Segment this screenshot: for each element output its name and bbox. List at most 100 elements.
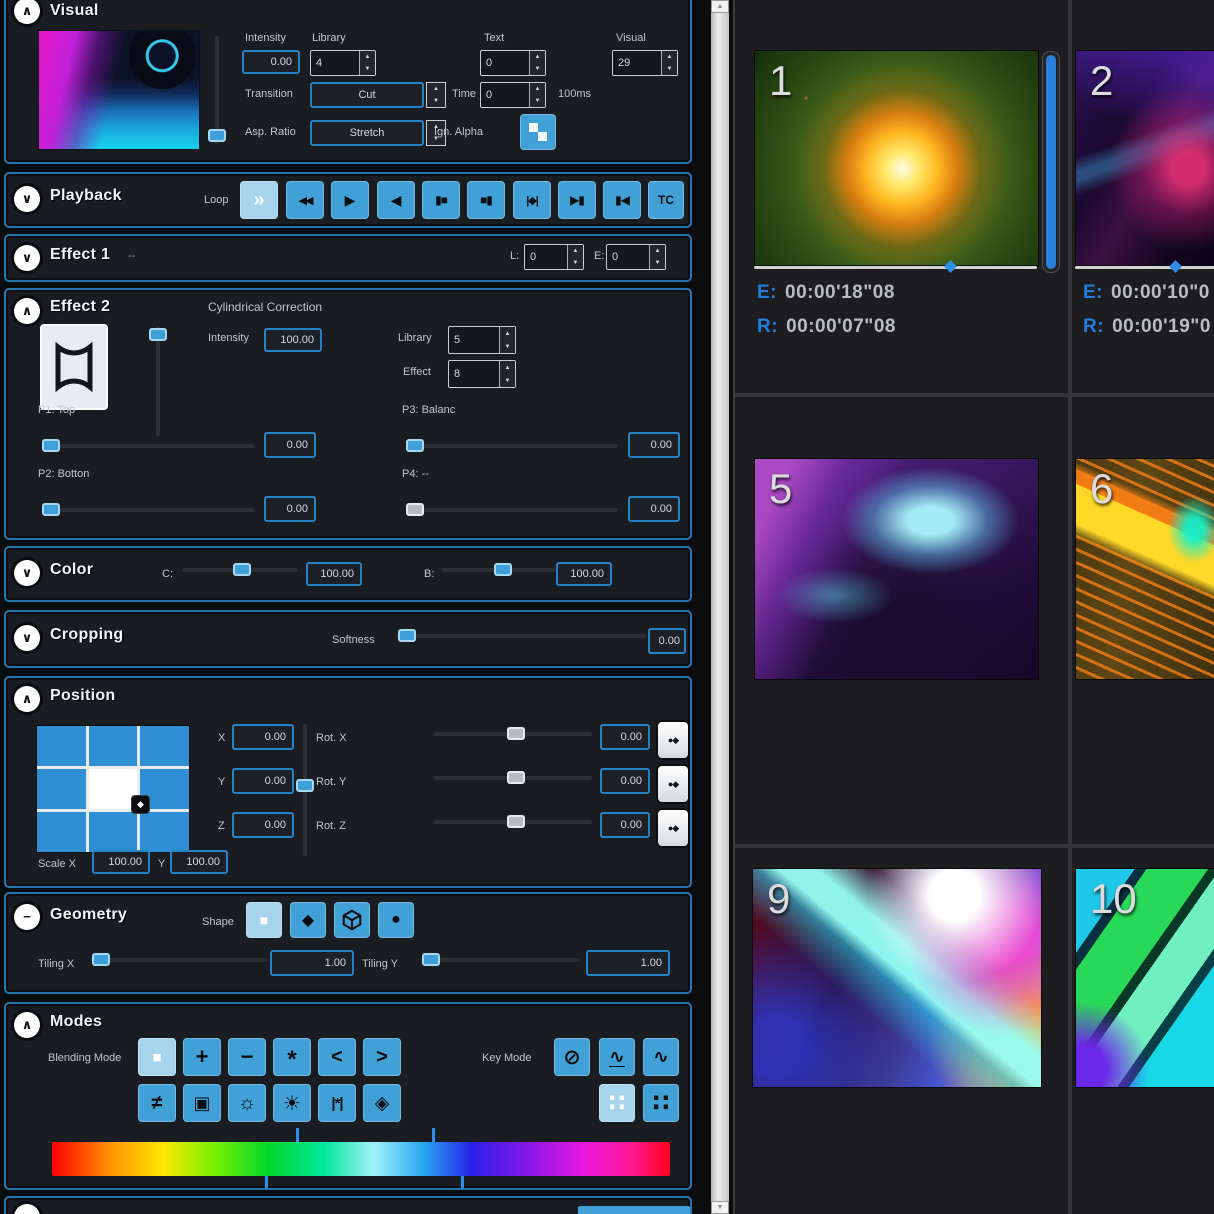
- stop-at-end-button[interactable]: ■▮: [467, 181, 505, 219]
- blend-add-button[interactable]: +: [183, 1038, 221, 1076]
- gradient-tick-bottom[interactable]: [461, 1176, 464, 1188]
- grid-cell-active[interactable]: [89, 769, 138, 809]
- transition-dropdown[interactable]: Cut: [310, 82, 424, 108]
- media-cell-5-thumbnail[interactable]: 5: [754, 458, 1039, 680]
- e-spinner[interactable]: 0 ▲▼: [606, 244, 666, 270]
- slider-handle[interactable]: [42, 439, 60, 452]
- collapse-button[interactable]: ∨: [14, 245, 40, 271]
- spin-down-icon[interactable]: ▼: [530, 63, 545, 75]
- rot-x-slider[interactable]: [434, 726, 592, 742]
- spin-up-icon[interactable]: ▲: [568, 245, 583, 257]
- spin-up-icon[interactable]: ▲: [360, 51, 375, 63]
- collapse-button[interactable]: [14, 1204, 40, 1214]
- position-anchor-handle[interactable]: ◆: [132, 796, 149, 813]
- slider-handle[interactable]: [398, 629, 416, 642]
- key-luma-inverse-button[interactable]: ∿: [643, 1038, 679, 1076]
- blend-layer-stack-button[interactable]: ◈: [363, 1084, 401, 1122]
- tiling-x-value[interactable]: 1.00: [270, 950, 354, 976]
- visual-preview-thumbnail[interactable]: [38, 30, 200, 150]
- blend-mask-button[interactable]: ▣: [183, 1084, 221, 1122]
- scroll-up-button[interactable]: ▲: [711, 0, 729, 13]
- effect2-intensity-vslider[interactable]: [149, 326, 167, 436]
- tiling-x-slider[interactable]: [90, 952, 268, 968]
- p1-value[interactable]: 0.00: [264, 432, 316, 458]
- collapse-button[interactable]: ∨: [14, 625, 40, 651]
- ign-alpha-toggle[interactable]: [520, 114, 556, 150]
- slider-handle[interactable]: [406, 503, 424, 516]
- spin-up-icon[interactable]: ▲: [427, 83, 445, 95]
- slider-handle[interactable]: [406, 439, 424, 452]
- hue-gradient-bar[interactable]: [52, 1142, 670, 1176]
- p2-value[interactable]: 0.00: [264, 496, 316, 522]
- spin-down-icon[interactable]: ▼: [500, 340, 515, 353]
- partial-blue-control[interactable]: [578, 1206, 690, 1214]
- rot-z-reset-button[interactable]: ●◆: [656, 808, 690, 848]
- spin-down-icon[interactable]: ▼: [568, 257, 583, 269]
- ping-pong-button[interactable]: |◆|: [513, 181, 551, 219]
- scale-y-value[interactable]: 100.00: [170, 850, 228, 874]
- spin-up-icon[interactable]: ▲: [662, 51, 677, 63]
- rot-x-reset-button[interactable]: ●◆: [656, 720, 690, 760]
- slider-handle[interactable]: [507, 771, 525, 784]
- text-spinner[interactable]: 0 ▲▼: [480, 50, 546, 76]
- key-dots-button[interactable]: ∷: [643, 1084, 679, 1122]
- rewind-button[interactable]: ◀◀: [286, 181, 324, 219]
- grid-cell[interactable]: [140, 726, 189, 766]
- visual-number-spinner[interactable]: 29 ▲▼: [612, 50, 678, 76]
- p4-slider[interactable]: [406, 502, 618, 518]
- effect2-library-spinner[interactable]: 5 ▲▼: [448, 326, 516, 354]
- l-spinner[interactable]: 0 ▲▼: [524, 244, 584, 270]
- p2-slider[interactable]: [42, 502, 254, 518]
- z-value[interactable]: 0.00: [232, 812, 294, 838]
- blend-difference-button[interactable]: ≠: [138, 1084, 176, 1122]
- tiling-y-value[interactable]: 1.00: [586, 950, 670, 976]
- rot-z-value[interactable]: 0.00: [600, 812, 650, 838]
- grid-cell[interactable]: [37, 769, 86, 809]
- next-frame-button[interactable]: ▶▮: [558, 181, 596, 219]
- spin-up-icon[interactable]: ▲: [530, 83, 545, 95]
- collapse-button[interactable]: ∧: [14, 298, 40, 324]
- contrast-slider[interactable]: [182, 562, 298, 578]
- effect2-effect-spinner[interactable]: 8 ▲▼: [448, 360, 516, 388]
- position-vslider[interactable]: [296, 724, 314, 856]
- slider-handle[interactable]: [208, 129, 226, 142]
- stop-at-start-button[interactable]: ▮■: [422, 181, 460, 219]
- media-cell-9-thumbnail[interactable]: 9: [752, 868, 1042, 1088]
- grid-cell[interactable]: [89, 726, 138, 766]
- slider-handle[interactable]: [296, 779, 314, 792]
- y-value[interactable]: 0.00: [232, 768, 294, 794]
- grid-cell[interactable]: [37, 812, 86, 852]
- media-cell-2-thumbnail[interactable]: 2: [1075, 50, 1214, 266]
- blend-glow-soft-button[interactable]: ☼: [228, 1084, 266, 1122]
- panel-scrollbar[interactable]: ▲ ▼: [711, 0, 729, 1214]
- collapse-button[interactable]: ∧: [14, 686, 40, 712]
- media-cell-1-thumbnail[interactable]: 1: [754, 50, 1039, 266]
- scrub-position-marker[interactable]: [1169, 260, 1182, 273]
- brightness-slider[interactable]: [442, 562, 556, 578]
- brightness-value[interactable]: 100.00: [556, 562, 612, 586]
- media-cell-2-scrub-bar[interactable]: [1075, 262, 1214, 272]
- spin-down-icon[interactable]: ▼: [662, 63, 677, 75]
- rot-y-value[interactable]: 0.00: [600, 768, 650, 794]
- collapse-button[interactable]: ∨: [14, 186, 40, 212]
- p3-slider[interactable]: [406, 438, 618, 454]
- shape-circle-button[interactable]: ●: [378, 902, 414, 938]
- media-cell-10-thumbnail[interactable]: 10: [1075, 868, 1214, 1088]
- gradient-tick-top[interactable]: [296, 1128, 299, 1142]
- play-reverse-button[interactable]: ◀: [377, 181, 415, 219]
- contrast-value[interactable]: 100.00: [306, 562, 362, 586]
- spin-down-icon[interactable]: ▼: [650, 257, 665, 269]
- intensity-value[interactable]: 100.00: [264, 328, 322, 352]
- slider-handle[interactable]: [92, 953, 110, 966]
- rot-x-value[interactable]: 0.00: [600, 724, 650, 750]
- gradient-tick-bottom[interactable]: [265, 1176, 268, 1188]
- scroll-down-button[interactable]: ▼: [711, 1201, 729, 1214]
- softness-value[interactable]: 0.00: [648, 628, 686, 654]
- gradient-tick-top[interactable]: [432, 1128, 435, 1142]
- spin-up-icon[interactable]: ▲: [650, 245, 665, 257]
- loop-forward-button[interactable]: »: [240, 181, 278, 219]
- key-off-button[interactable]: ⊘: [554, 1038, 590, 1076]
- blend-multiply-button[interactable]: *: [273, 1038, 311, 1076]
- spin-down-icon[interactable]: ▼: [500, 374, 515, 387]
- blend-center-burst-button[interactable]: |*|: [318, 1084, 356, 1122]
